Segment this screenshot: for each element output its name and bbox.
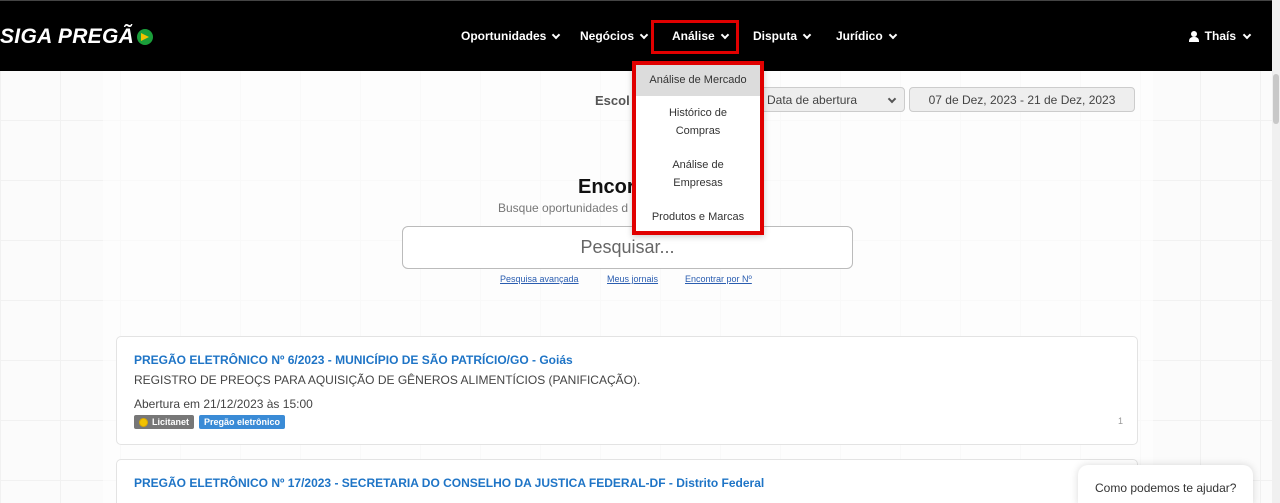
- date-type-select[interactable]: Data de abertura: [760, 87, 905, 112]
- user-icon: [1188, 30, 1199, 42]
- logo-mark-icon: [137, 29, 154, 45]
- nav-highlight-box: [651, 20, 739, 54]
- nav-disputa[interactable]: Disputa: [753, 29, 812, 43]
- logo[interactable]: SIGA PREGÃ: [0, 25, 154, 49]
- result-card[interactable]: PREGÃO ELETRÔNICO Nº 17/2023 - SECRETARI…: [116, 459, 1138, 503]
- menu-item-produtos-marcas[interactable]: Produtos e Marcas: [636, 200, 760, 231]
- platform-badge: Licitanet: [134, 415, 195, 429]
- advanced-search-link[interactable]: Pesquisa avançada: [500, 274, 579, 284]
- nav-label: Negócios: [580, 29, 635, 43]
- nav-negocios[interactable]: Negócios: [580, 29, 649, 43]
- result-badges: Licitanet Pregão eletrônico: [134, 415, 1120, 429]
- my-journals-link[interactable]: Meus jornais: [607, 274, 658, 284]
- chevron-down-icon: [887, 94, 897, 104]
- nav-label: Jurídico: [836, 29, 883, 43]
- search-input[interactable]: Pesquisar...: [402, 226, 853, 269]
- platform-badge-label: Licitanet: [152, 417, 190, 427]
- modality-badge: Pregão eletrônico: [199, 415, 286, 429]
- date-range-picker[interactable]: 07 de Dez, 2023 - 21 de Dez, 2023: [909, 87, 1135, 112]
- result-title-link[interactable]: PREGÃO ELETRÔNICO Nº 17/2023 - SECRETARI…: [134, 476, 1120, 490]
- chevron-down-icon: [639, 30, 649, 39]
- nav-label: Oportunidades: [461, 29, 547, 43]
- menu-item-analise-empresas[interactable]: Análise de Empresas: [636, 148, 760, 200]
- menu-item-analise-mercado[interactable]: Análise de Mercado: [636, 65, 760, 96]
- result-opening-date: Abertura em 21/12/2023 às 15:00: [134, 397, 313, 411]
- scrollbar-thumb[interactable]: [1273, 74, 1279, 124]
- filter-label: Escol: [595, 93, 630, 108]
- chevron-down-icon: [888, 30, 897, 39]
- coin-icon: [139, 417, 148, 427]
- search-subheading: Busque oportunidades d: [498, 201, 629, 215]
- result-title-link[interactable]: PREGÃO ELETRÔNICO Nº 6/2023 - MUNICÍPIO …: [134, 353, 1120, 367]
- chevron-down-icon: [1242, 30, 1252, 39]
- nav-juridico[interactable]: Jurídico: [836, 29, 897, 43]
- nav-oportunidades[interactable]: Oportunidades: [461, 29, 561, 43]
- menu-item-historico-compras[interactable]: Histórico de Compras: [636, 96, 760, 148]
- find-by-number-link[interactable]: Encontrar por Nº: [685, 274, 752, 284]
- chevron-down-icon: [552, 30, 561, 39]
- nav-label: Disputa: [753, 29, 798, 43]
- user-menu[interactable]: Thaís: [1188, 29, 1252, 43]
- logo-text: SIGA PREGÃ: [0, 25, 135, 48]
- result-description: REGISTRO DE PREOÇS PARA AQUISIÇÃO DE GÊN…: [134, 373, 641, 387]
- page-scrollbar[interactable]: [1272, 0, 1280, 503]
- analise-dropdown-menu: Análise de Mercado Histórico de Compras …: [632, 61, 764, 235]
- chevron-down-icon: [802, 30, 812, 39]
- date-type-value: Data de abertura: [767, 93, 858, 107]
- result-card[interactable]: PREGÃO ELETRÔNICO Nº 6/2023 - MUNICÍPIO …: [116, 336, 1138, 445]
- search-heading: Encor: [578, 176, 635, 198]
- chat-widget[interactable]: Como podemos te ajudar?: [1078, 465, 1253, 503]
- result-count: 1: [1117, 416, 1123, 426]
- user-name: Thaís: [1204, 29, 1236, 43]
